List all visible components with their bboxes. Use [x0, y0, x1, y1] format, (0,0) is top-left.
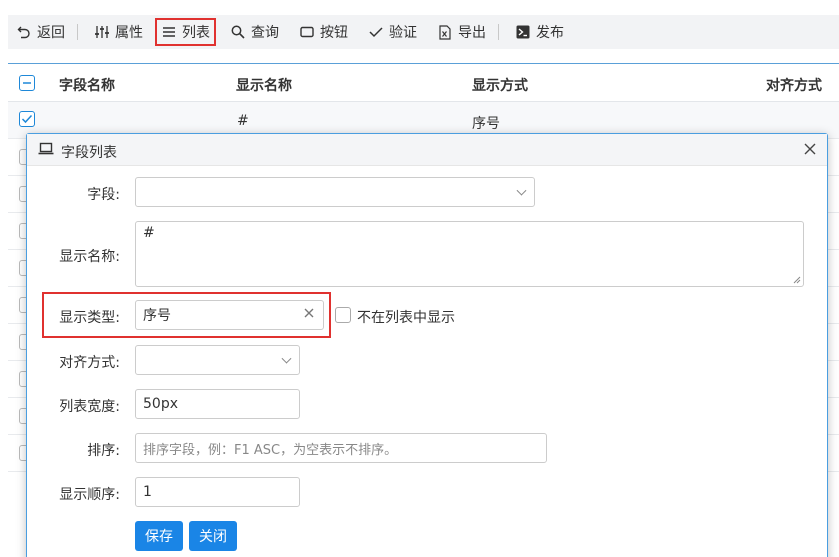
align-select[interactable]	[135, 345, 300, 375]
resize-handle-icon[interactable]	[792, 275, 801, 284]
export-label: 导出	[458, 25, 486, 41]
close-button[interactable]: 关闭	[189, 521, 237, 551]
sort-label: 排序:	[87, 443, 120, 459]
column-header-display-name[interactable]: 显示名称	[236, 75, 292, 95]
undo-icon	[16, 24, 32, 40]
hide-in-list-label[interactable]: 不在列表中显示	[357, 307, 455, 327]
sliders-icon	[94, 24, 110, 40]
dialog-header[interactable]: 字段列表	[27, 134, 827, 166]
field-list-dialog: 字段列表 字段: 显示名称: # 显示类型: 序号 不在列表中显示 对齐方式: …	[26, 133, 828, 557]
align-label: 对齐方式:	[59, 355, 120, 371]
rectangle-icon	[299, 24, 315, 40]
toolbar-divider	[498, 24, 499, 40]
close-icon[interactable]	[803, 142, 817, 160]
list-label: 列表	[182, 25, 210, 41]
display-type-label: 显示类型:	[59, 310, 120, 326]
row-checkbox[interactable]	[19, 111, 35, 127]
hide-in-list-checkbox[interactable]	[335, 307, 351, 323]
validate-label: 验证	[389, 25, 417, 41]
display-name-value: #	[143, 225, 155, 241]
column-header-display-mode[interactable]: 显示方式	[472, 75, 528, 95]
width-input[interactable]: 50px	[135, 389, 300, 419]
toolbar-divider	[77, 24, 78, 40]
field-select[interactable]	[135, 177, 535, 207]
order-input[interactable]: 1	[135, 477, 300, 507]
display-type-combobox[interactable]: 序号	[135, 300, 324, 330]
toolbar: 返回 属性 列表 查询 按钮 验证 导出 发布	[8, 15, 839, 49]
list-icon	[161, 24, 177, 40]
row-display-mode: 序号	[472, 116, 500, 132]
properties-label: 属性	[115, 25, 143, 41]
buttons-label: 按钮	[320, 25, 348, 41]
select-all-checkbox[interactable]	[19, 75, 35, 91]
back-button[interactable]: 返回	[12, 20, 69, 44]
order-label: 显示顺序:	[59, 487, 120, 503]
terminal-icon	[515, 24, 531, 40]
list-button[interactable]: 列表	[155, 18, 216, 46]
search-icon	[230, 24, 246, 40]
grid-header: 字段名称 显示名称 显示方式 对齐方式	[8, 64, 839, 102]
check-icon	[368, 24, 384, 40]
chevron-down-icon	[516, 185, 527, 196]
properties-button[interactable]: 属性	[90, 20, 147, 44]
chevron-down-icon	[281, 353, 292, 364]
publish-button[interactable]: 发布	[511, 20, 568, 44]
row-display-name: #	[237, 113, 249, 129]
display-type-value: 序号	[143, 308, 171, 324]
publish-label: 发布	[536, 25, 564, 41]
save-button[interactable]: 保存	[135, 521, 183, 551]
export-button[interactable]: 导出	[433, 20, 490, 44]
query-label: 查询	[251, 25, 279, 41]
display-name-textarea[interactable]: #	[135, 221, 804, 287]
buttons-button[interactable]: 按钮	[295, 20, 352, 44]
clear-icon[interactable]	[303, 307, 315, 323]
sort-placeholder: 排序字段，例：F1 ASC，为空表示不排序。	[143, 442, 398, 458]
query-button[interactable]: 查询	[226, 20, 283, 44]
display-name-label: 显示名称:	[59, 249, 120, 265]
width-label: 列表宽度:	[59, 399, 120, 415]
field-label: 字段:	[87, 187, 120, 203]
back-label: 返回	[37, 25, 65, 41]
validate-button[interactable]: 验证	[364, 20, 421, 44]
sort-input[interactable]: 排序字段，例：F1 ASC，为空表示不排序。	[135, 433, 547, 463]
order-value: 1	[143, 484, 152, 500]
dialog-title: 字段列表	[61, 145, 117, 161]
excel-file-icon	[437, 24, 453, 40]
width-value: 50px	[143, 396, 178, 412]
column-header-field-name[interactable]: 字段名称	[59, 75, 115, 95]
laptop-icon	[38, 142, 54, 160]
column-header-alignment[interactable]: 对齐方式	[766, 75, 822, 95]
